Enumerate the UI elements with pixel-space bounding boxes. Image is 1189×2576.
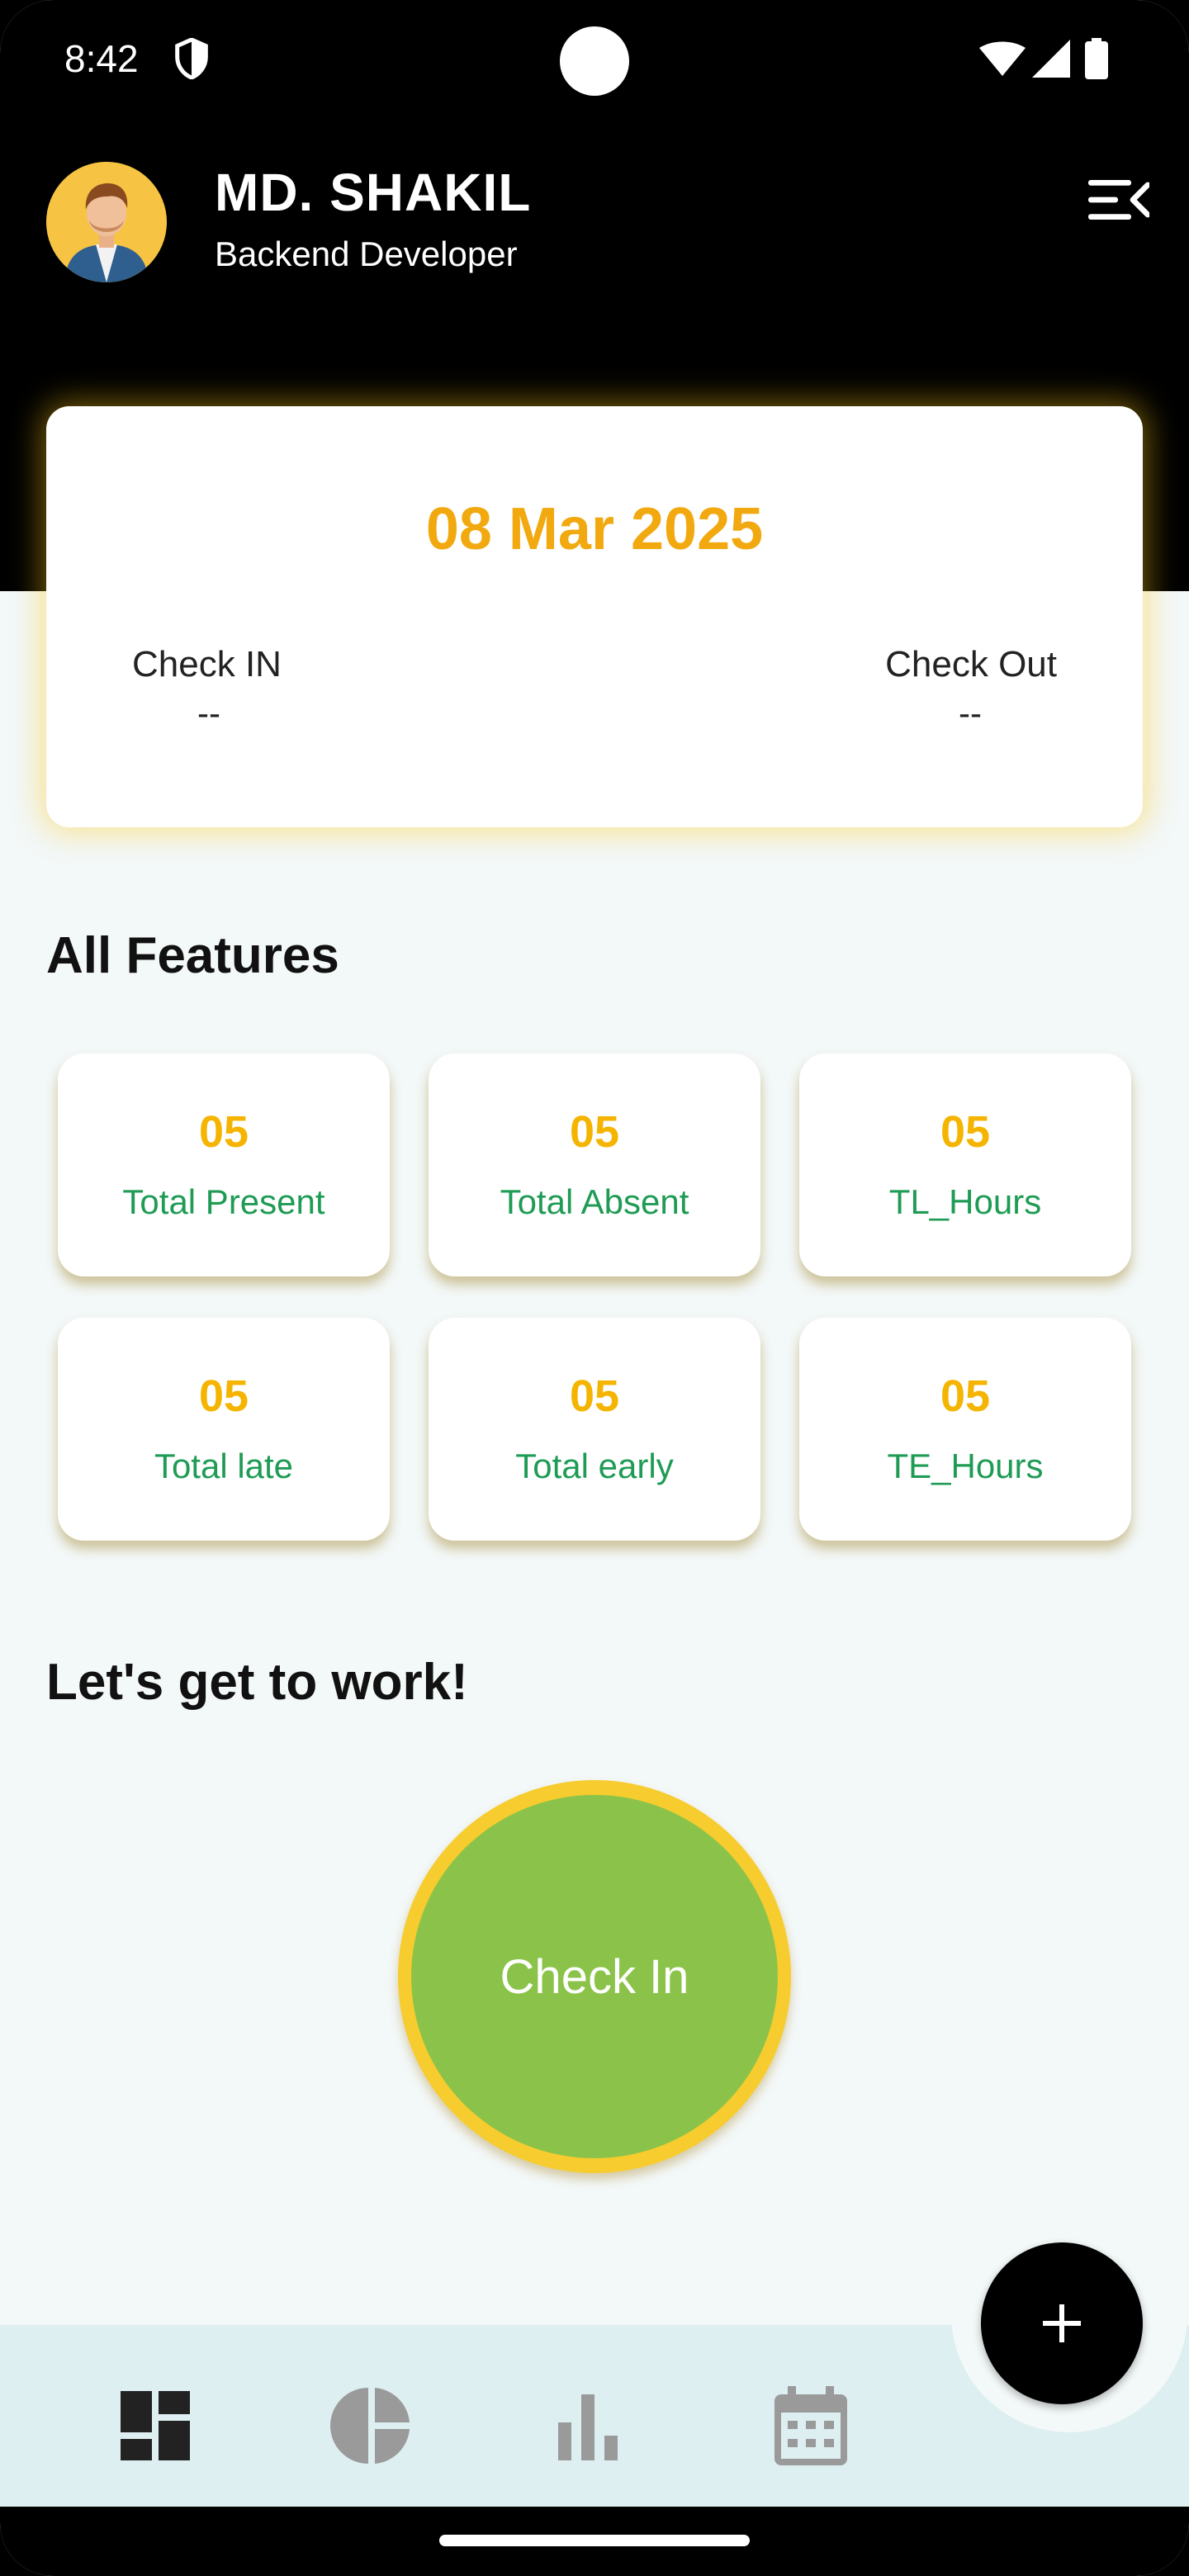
home-gesture-handle[interactable] [439, 2535, 750, 2546]
menu-open-icon[interactable] [1088, 177, 1149, 223]
attendance-date-card: 08 Mar 2025 Check IN -- Check Out -- [46, 406, 1143, 827]
bar-chart-icon[interactable] [550, 2384, 632, 2467]
tile-value: 05 [198, 1371, 249, 1421]
profile-role: Backend Developer [215, 234, 518, 273]
avatar[interactable] [46, 162, 167, 282]
work-section-title: Let's get to work! [46, 1654, 468, 1711]
feature-tile-total-absent[interactable]: 05 Total Absent [429, 1054, 760, 1276]
check-in-button[interactable]: Check In [411, 1795, 778, 2158]
feature-tile-te-hours[interactable]: 05 TE_Hours [799, 1318, 1131, 1541]
add-fab-button[interactable] [981, 2242, 1143, 2404]
profile-name: MD. SHAKIL [215, 163, 532, 222]
feature-tile-total-present[interactable]: 05 Total Present [58, 1054, 390, 1276]
check-in-time: -- [197, 694, 220, 732]
tile-label: TE_Hours [887, 1447, 1044, 1485]
app-screen: 8:42 MD. SHAKIL Backend Developer 08 Mar… [0, 0, 1189, 2576]
dashboard-icon[interactable] [114, 2384, 197, 2467]
tile-value: 05 [569, 1371, 620, 1421]
features-section-title: All Features [46, 927, 339, 984]
tile-value: 05 [569, 1107, 620, 1157]
tile-label: Total late [154, 1447, 294, 1485]
check-in-button-label: Check In [500, 1949, 689, 2004]
calendar-icon[interactable] [770, 2384, 852, 2467]
feature-tile-total-late[interactable]: 05 Total late [58, 1318, 390, 1541]
check-out-label: Check Out [885, 644, 1057, 684]
camera-cutout [560, 26, 629, 96]
tile-value: 05 [940, 1107, 991, 1157]
check-in-label: Check IN [132, 644, 282, 684]
feature-tile-total-early[interactable]: 05 Total early [429, 1318, 760, 1541]
status-bar: 8:42 [0, 0, 1189, 124]
feature-tile-tl-hours[interactable]: 05 TL_Hours [799, 1054, 1131, 1276]
tile-label: Total Absent [500, 1182, 689, 1221]
check-out-time: -- [959, 694, 982, 732]
avatar-illustration-icon [46, 162, 167, 282]
signal-icon [1032, 40, 1070, 78]
pie-chart-icon[interactable] [330, 2384, 413, 2467]
current-date: 08 Mar 2025 [425, 496, 764, 562]
status-time: 8:42 [64, 37, 139, 80]
shield-icon [175, 38, 208, 79]
tile-label: Total early [515, 1447, 674, 1485]
wifi-icon [979, 41, 1026, 76]
tile-value: 05 [940, 1371, 991, 1421]
plus-icon [1043, 2304, 1081, 2342]
tile-value: 05 [198, 1107, 249, 1157]
battery-icon [1085, 38, 1108, 79]
tile-label: TL_Hours [888, 1182, 1042, 1221]
tile-label: Total Present [122, 1182, 325, 1221]
